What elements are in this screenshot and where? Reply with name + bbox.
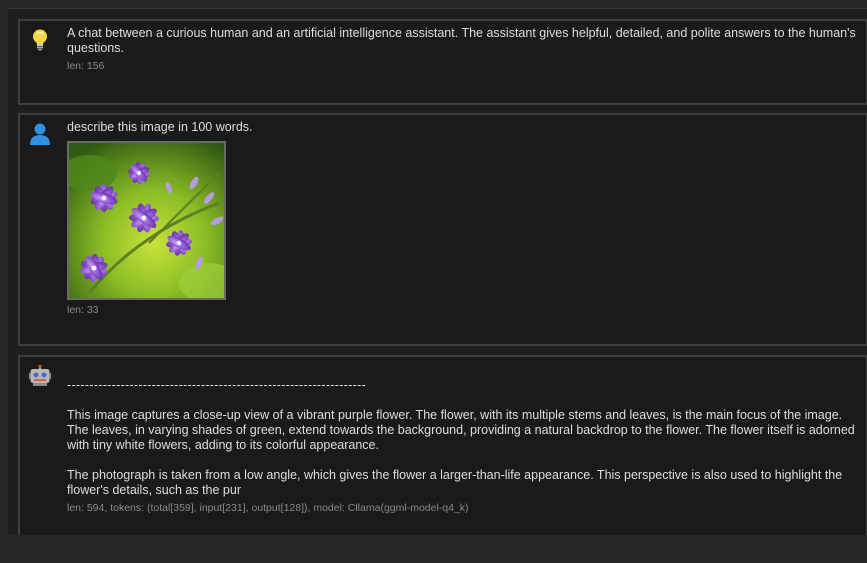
bottom-bar	[8, 535, 867, 563]
assistant-message: ----------------------------------------…	[18, 355, 867, 544]
response-paragraph-2: The photograph is taken from a low angle…	[67, 468, 843, 497]
conversation-scroll-area[interactable]: A chat between a curious human and an ar…	[8, 8, 867, 544]
response-paragraph-1: This image captures a close-up view of a…	[67, 408, 855, 452]
chat-window: A chat between a curious human and an ar…	[0, 0, 867, 563]
attached-image[interactable]	[67, 141, 226, 300]
robot-icon	[29, 364, 51, 388]
assistant-message-stats: len: 594, tokens: (total[359], input[231…	[67, 502, 469, 514]
response-separator: ----------------------------------------…	[67, 378, 366, 392]
top-bar	[8, 0, 867, 8]
user-message: describe this image in 100 words. len: 3…	[18, 113, 867, 346]
system-message-text: A chat between a curious human and an ar…	[67, 26, 856, 55]
user-icon	[29, 122, 51, 146]
user-message-length: len: 33	[67, 304, 99, 316]
lightbulb-icon	[29, 28, 51, 52]
user-message-text: describe this image in 100 words.	[67, 120, 253, 134]
system-message: A chat between a curious human and an ar…	[18, 19, 867, 105]
system-message-length: len: 156	[67, 60, 105, 72]
